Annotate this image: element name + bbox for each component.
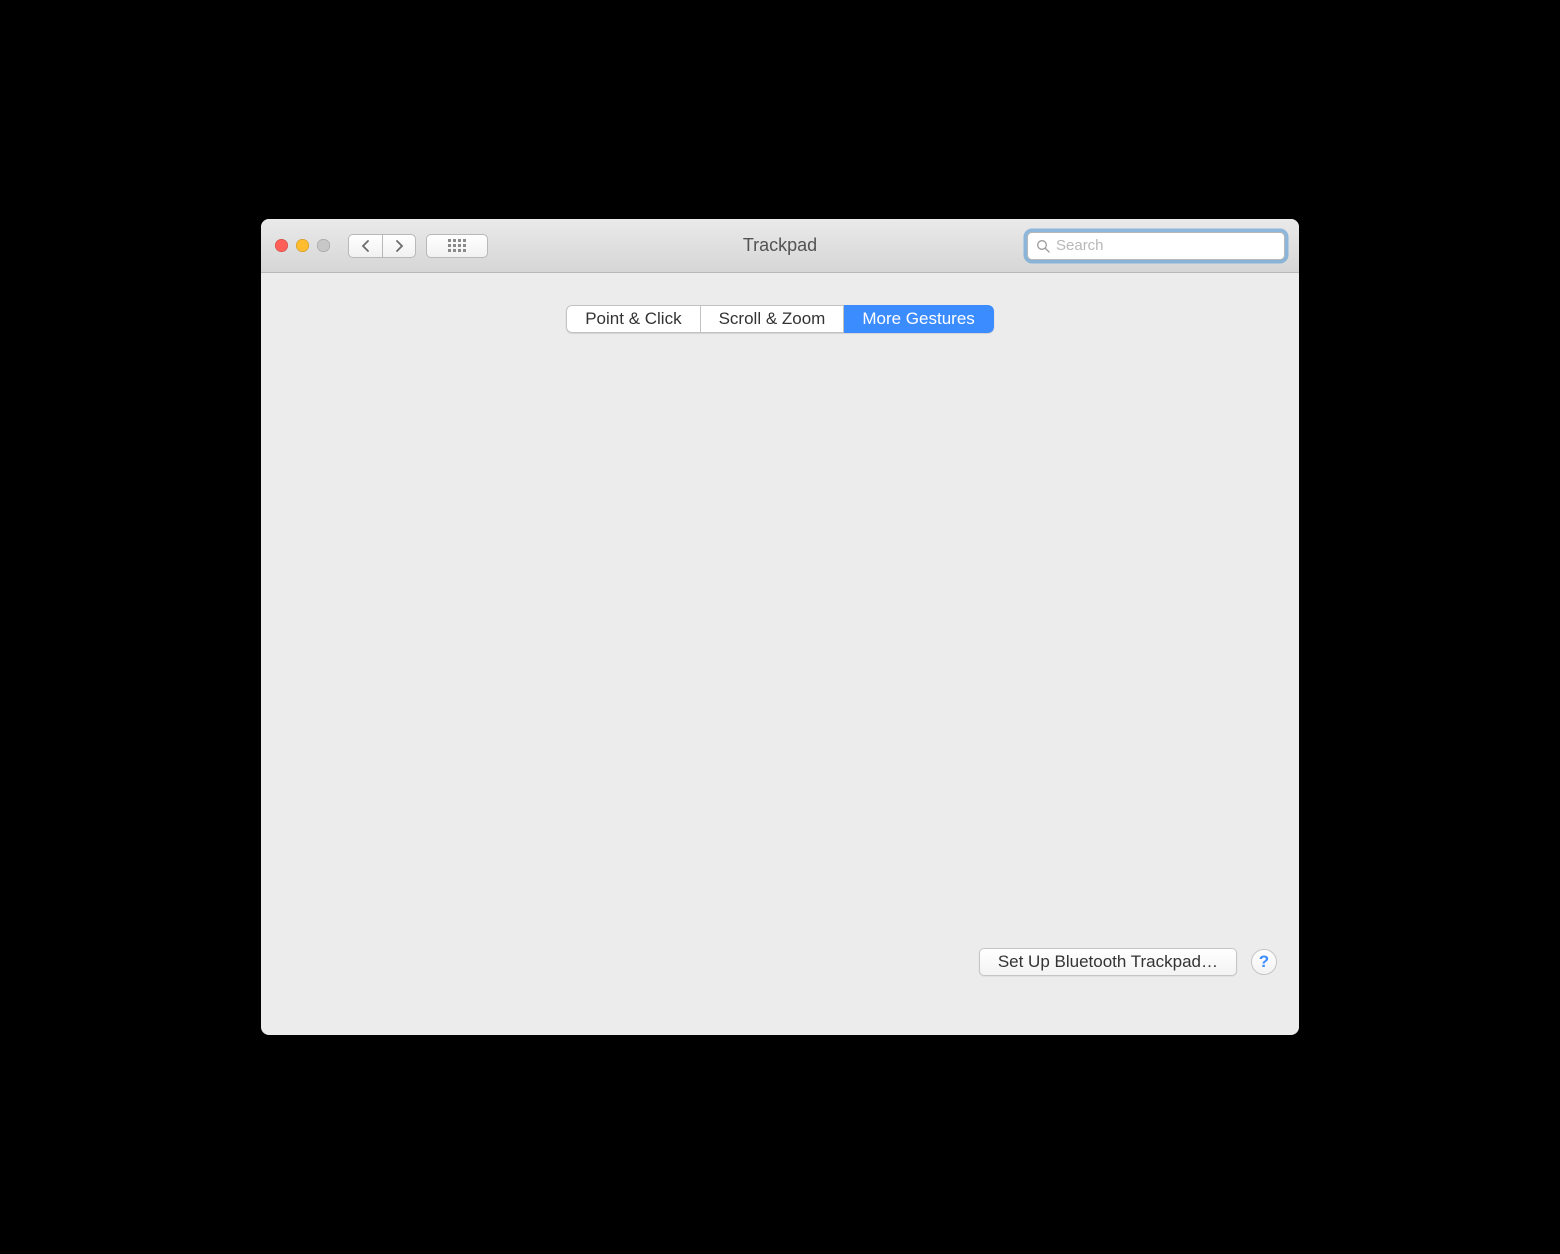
gesture-preview: OLD FAITHFUL SHOP [816, 354, 1260, 909]
option-mission-control[interactable]: Mission Control Swipe up with four finge… [294, 543, 794, 606]
preview-notification-center [1162, 388, 1259, 626]
check-icon [313, 374, 325, 384]
search-input[interactable] [1056, 237, 1276, 254]
grid-icon [448, 239, 466, 252]
option-title: Launchpad [342, 681, 588, 702]
content-area: Point & Click Scroll & Zoom More Gesture… [261, 273, 1299, 1035]
checkbox-swipe-fullscreen[interactable] [310, 433, 328, 451]
checkbox-notification-center[interactable] [310, 496, 328, 514]
chevron-down-icon [551, 645, 561, 651]
check-icon [313, 437, 325, 447]
tab-more-gestures[interactable]: More Gestures [844, 305, 993, 333]
chevron-right-icon [395, 240, 404, 252]
tab-bar: Point & Click Scroll & Zoom More Gesture… [261, 305, 1299, 333]
chevron-down-icon [530, 582, 540, 588]
option-app-expose[interactable]: App Exposé Swipe down with four fingers [294, 606, 794, 669]
option-swipe-fullscreen[interactable]: Swipe between full-screen apps Swipe lef… [294, 417, 794, 480]
preview-illustration: OLD FAITHFUL SHOP [816, 354, 1260, 909]
option-launchpad[interactable]: Launchpad Pinch with thumb and three fin… [294, 669, 794, 732]
option-notification-center[interactable]: Notification Center Swipe left from the … [294, 480, 794, 543]
chevron-down-icon [588, 456, 598, 462]
option-title: Swipe between full-screen apps [342, 429, 598, 450]
tab-point-click[interactable]: Point & Click [566, 305, 700, 333]
option-title: Show Desktop [342, 744, 600, 765]
checkbox-launchpad[interactable] [310, 685, 328, 703]
gesture-options-list: Swipe between pages Scroll left or right… [294, 354, 794, 909]
segmented-control: Point & Click Scroll & Zoom More Gesture… [566, 305, 994, 333]
option-desc: Spread with thumb and three fingers [342, 765, 600, 783]
checkbox-swipe-pages[interactable] [310, 370, 328, 388]
option-desc: Pinch with thumb and three fingers [342, 702, 588, 720]
option-desc-menu[interactable]: Swipe down with four fingers [342, 639, 561, 657]
window-title: Trackpad [743, 235, 817, 256]
zoom-window-button[interactable] [317, 239, 330, 252]
settings-panel: Swipe between pages Scroll left or right… [279, 319, 1281, 934]
checkbox-mission-control[interactable] [310, 559, 328, 577]
chevron-down-icon [582, 393, 592, 399]
footer-bar: Set Up Bluetooth Trackpad… ? [261, 934, 1299, 994]
minimize-window-button[interactable] [296, 239, 309, 252]
check-icon [313, 752, 325, 762]
option-desc-menu[interactable]: Scroll left or right with two fingers [342, 387, 592, 405]
tab-scroll-zoom[interactable]: Scroll & Zoom [701, 305, 845, 333]
navigation-buttons [348, 234, 416, 258]
forward-button[interactable] [382, 234, 416, 258]
help-button[interactable]: ? [1251, 949, 1277, 975]
option-title: Mission Control [342, 555, 540, 576]
check-icon [313, 626, 325, 636]
window-toolbar: Trackpad [261, 219, 1299, 273]
show-all-button[interactable] [426, 234, 488, 258]
check-icon [313, 563, 325, 573]
option-desc: Swipe left from the right edge with two … [342, 513, 665, 531]
option-title: Notification Center [342, 492, 665, 513]
checkbox-show-desktop[interactable] [310, 748, 328, 766]
option-show-desktop[interactable]: Show Desktop Spread with thumb and three… [294, 732, 794, 795]
option-desc-menu[interactable]: Swipe up with four fingers [342, 576, 540, 594]
check-icon [313, 689, 325, 699]
option-title: App Exposé [342, 618, 561, 639]
window-controls [275, 239, 330, 252]
chevron-left-icon [361, 240, 370, 252]
close-window-button[interactable] [275, 239, 288, 252]
back-button[interactable] [348, 234, 382, 258]
search-icon [1036, 239, 1050, 253]
preferences-window: Trackpad Point & Click Scroll & Zoom Mor… [261, 219, 1299, 1035]
hand-icon [1056, 729, 1242, 908]
option-desc-menu[interactable]: Swipe left or right with four fingers [342, 450, 598, 468]
preview-site-title: OLD FAITHFUL SHOP [817, 371, 1259, 407]
search-field[interactable] [1027, 232, 1285, 260]
option-swipe-pages[interactable]: Swipe between pages Scroll left or right… [294, 354, 794, 417]
bluetooth-trackpad-button[interactable]: Set Up Bluetooth Trackpad… [979, 948, 1237, 976]
check-icon [313, 500, 325, 510]
option-title: Swipe between pages [342, 366, 592, 387]
checkbox-app-expose[interactable] [310, 622, 328, 640]
